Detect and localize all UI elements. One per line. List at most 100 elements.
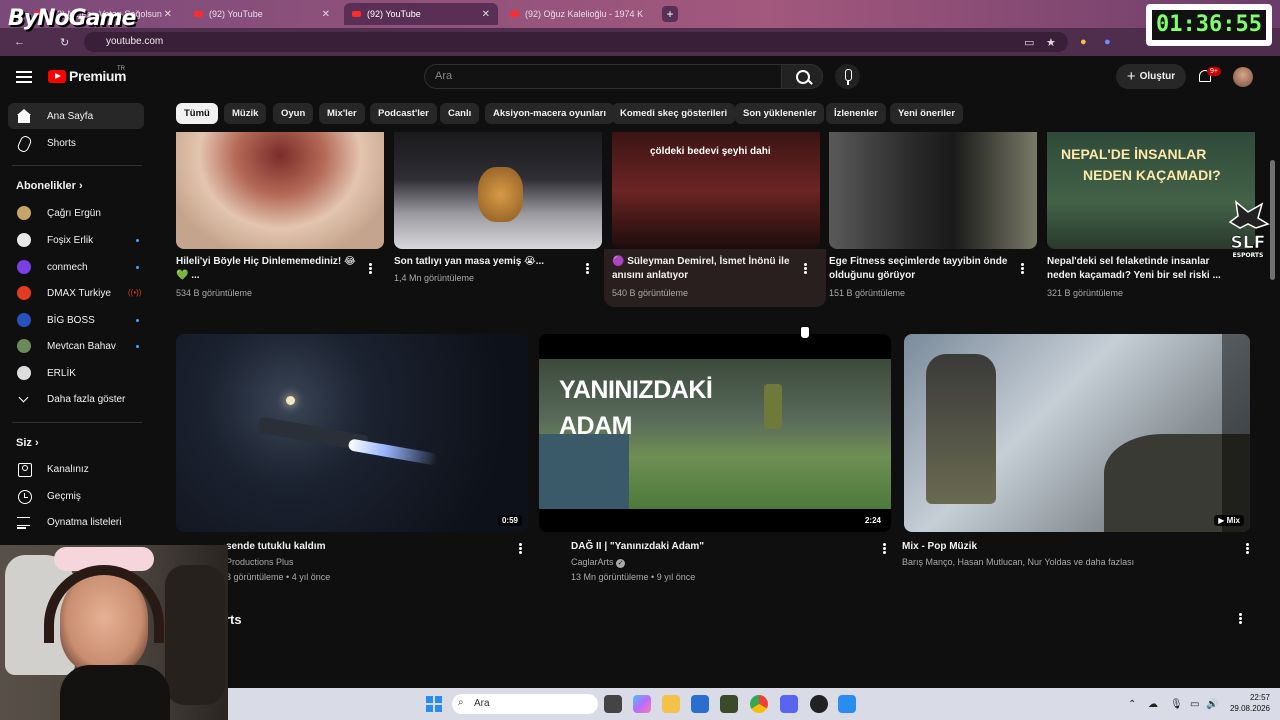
cast-icon[interactable]: ▭ (1024, 36, 1034, 49)
playlist-icon (17, 515, 31, 529)
more-options-icon[interactable] (1245, 542, 1249, 556)
channel-icon (17, 462, 32, 477)
microphone-icon[interactable]: 🎙 (1170, 699, 1183, 710)
copilot-icon[interactable] (633, 695, 651, 713)
close-tab-icon[interactable]: ✕ (322, 9, 330, 20)
store-icon[interactable] (691, 695, 709, 713)
chip[interactable]: Oyun (273, 103, 314, 124)
video-title[interactable]: Nepal'deki sel felaketinde insanlar neden… (1047, 255, 1235, 283)
chip[interactable]: Yeni öneriler (890, 103, 964, 124)
channel-name[interactable]: CaglarArts ✓ (571, 556, 626, 569)
thumbnail-caption-line: ADAM (559, 412, 633, 440)
video-title[interactable]: sende tutuklu kaldım (226, 540, 506, 554)
file-explorer-icon[interactable] (662, 695, 680, 713)
new-content-dot (136, 266, 139, 269)
video-thumbnail[interactable]: ▶ Mix (904, 334, 1250, 532)
video-thumbnail[interactable] (829, 132, 1037, 249)
sidebar-item-your-channel[interactable]: Kanalınız (8, 456, 144, 482)
sidebar-item-history[interactable]: Geçmiş (8, 483, 144, 509)
chip-all[interactable]: Tümü (176, 103, 218, 124)
taskbar-clock[interactable]: 22:57 29.08.2026 (1226, 692, 1270, 714)
back-icon[interactable]: ← (14, 36, 25, 48)
close-tab-icon[interactable]: ✕ (482, 9, 490, 20)
browser-tab[interactable]: (92) Oğuz Kalelioğlu - 1974 K (502, 3, 656, 25)
sidebar-item-playlists[interactable]: Oynatma listeleri (8, 509, 144, 535)
thumbnail-caption-line: NEPAL'DE İNSANLAR (1061, 146, 1207, 162)
sidebar-item-shorts[interactable]: Shorts (8, 130, 144, 156)
discord-icon[interactable] (780, 695, 798, 713)
sidebar-item-subscription[interactable]: ERLİK (8, 360, 144, 386)
chip[interactable]: Aksiyon-macera oyunları (485, 103, 614, 124)
video-duration: 2:24 (860, 515, 885, 526)
sidebar-item-home[interactable]: Ana Sayfa (8, 103, 144, 129)
more-options-icon[interactable] (882, 542, 886, 556)
video-title[interactable]: DAĞ II | "Yanınızdaki Adam" (571, 540, 871, 554)
sidebar-item-subscription[interactable]: Çağrı Ergün (8, 200, 144, 226)
video-title[interactable]: 🟣 Süleyman Demirel, İsmet İnönü ile anısı… (612, 255, 802, 283)
more-options-icon[interactable] (1020, 262, 1024, 276)
extension-icon[interactable]: ● (1080, 36, 1087, 48)
bookmark-star-icon[interactable]: ★ (1046, 36, 1056, 49)
menu-icon[interactable] (16, 71, 32, 83)
chip[interactable]: Mix'ler (319, 103, 365, 124)
more-options-icon[interactable] (518, 542, 522, 556)
you-heading[interactable]: Siz › (16, 437, 39, 449)
chip[interactable]: İzlenenler (826, 103, 886, 124)
app-icon[interactable] (720, 695, 738, 713)
chip[interactable]: Komedi skeç gösterileri (612, 103, 736, 124)
thumbnail-caption: YANINIZDAKİ ADAM (559, 372, 713, 444)
url-field[interactable]: youtube.com (84, 32, 1068, 52)
task-view-icon[interactable] (604, 695, 622, 713)
chip[interactable]: Canlı (440, 103, 480, 124)
channel-avatar (17, 233, 31, 247)
reload-icon[interactable]: ↻ (60, 36, 69, 49)
voice-search-icon[interactable] (835, 64, 860, 89)
video-thumbnail[interactable]: 0:59 (176, 334, 528, 532)
close-tab-icon[interactable]: ✕ (164, 9, 172, 20)
avatar[interactable] (1233, 67, 1253, 87)
browser-tab-active[interactable]: (92) YouTube ✕ (344, 3, 498, 25)
app-icon[interactable] (838, 695, 856, 713)
sidebar-item-show-more[interactable]: Daha fazla göster (8, 386, 144, 412)
chrome-icon[interactable] (750, 695, 768, 713)
video-title[interactable]: Son tatlıyı yan masa yemiş 😭... (394, 255, 582, 269)
extension-icon[interactable]: ● (1104, 36, 1111, 48)
chevron-up-icon[interactable]: ⌃ (1128, 699, 1136, 710)
volume-icon[interactable]: 🔊 (1206, 699, 1218, 710)
create-button[interactable]: + Oluştur (1116, 64, 1186, 89)
video-thumbnail[interactable] (176, 132, 384, 249)
chip[interactable]: Podcast'ler (370, 103, 437, 124)
more-options-icon[interactable] (585, 262, 589, 276)
video-thumbnail[interactable] (394, 132, 602, 249)
cloud-icon[interactable]: ☁ (1148, 699, 1158, 710)
sidebar-item-subscription[interactable]: conmech (8, 254, 144, 280)
sidebar-item-subscription[interactable]: Foşix Erlik (8, 227, 144, 253)
youtube-premium-logo[interactable]: Premium TR (48, 66, 127, 84)
more-options-icon[interactable] (803, 262, 807, 276)
obs-icon[interactable] (810, 695, 828, 713)
video-thumbnail[interactable]: çöldeki bedevi şeyhi dahi (612, 132, 820, 249)
sidebar-item-subscription[interactable]: DMAX Turkiye ((•)) (8, 280, 144, 306)
video-title[interactable]: Mix - Pop Müzik (902, 540, 1222, 554)
video-thumbnail[interactable]: YANINIZDAKİ ADAM 2:24 (539, 334, 891, 532)
chip[interactable]: Son yüklenenler (735, 103, 825, 124)
video-title[interactable]: Ege Fitness seçimlerde tayyibin önde oldu… (829, 255, 1017, 283)
chip[interactable]: Müzik (224, 103, 267, 124)
thumbnail-caption-line: NEDEN KAÇAMADI? (1083, 167, 1221, 183)
sidebar-item-subscription[interactable]: Mevtcan Bahav (8, 333, 144, 359)
network-icon[interactable]: ▭ (1190, 699, 1199, 710)
channel-name[interactable]: Productions Plus (226, 556, 294, 569)
more-options-icon[interactable] (368, 262, 372, 276)
new-tab-button[interactable]: + (662, 6, 678, 22)
browser-tab[interactable]: (92) YouTube ✕ (186, 3, 338, 25)
chevron-right-icon: › (78, 180, 83, 192)
more-options-icon[interactable] (1238, 612, 1242, 626)
subscriptions-heading[interactable]: Abonelikler › (16, 180, 83, 192)
search-input[interactable]: Ara (424, 64, 782, 89)
video-title[interactable]: Hileli'yi Böyle Hiç Dinlememediniz! 😂 💚 .… (176, 255, 364, 283)
search-icon[interactable] (781, 64, 823, 89)
sidebar-item-subscription[interactable]: BİG BOSS (8, 307, 144, 333)
taskbar-search-input[interactable]: Ara (452, 694, 598, 714)
windows-start-icon[interactable] (426, 696, 442, 712)
scrollbar[interactable] (1270, 160, 1275, 280)
